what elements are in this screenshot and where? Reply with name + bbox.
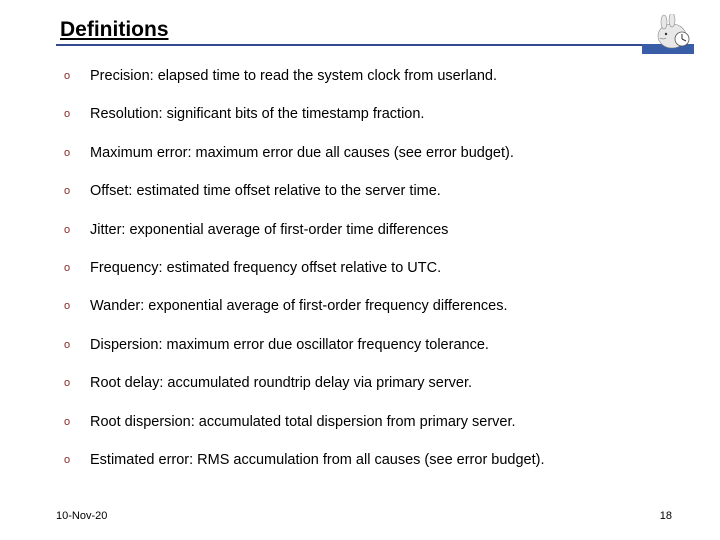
list-item: o Resolution: significant bits of the ti… (64, 106, 672, 123)
bullet-icon: o (64, 222, 90, 237)
bullet-list: o Precision: elapsed time to read the sy… (56, 68, 672, 469)
title-bar: Definitions (56, 18, 672, 46)
list-item: o Dispersion: maximum error due oscillat… (64, 337, 672, 354)
list-item: o Root dispersion: accumulated total dis… (64, 414, 672, 431)
slide-title: Definitions (56, 18, 672, 42)
bullet-icon: o (64, 106, 90, 121)
list-item: o Estimated error: RMS accumulation from… (64, 452, 672, 469)
bullet-icon: o (64, 375, 90, 390)
rabbit-clock-icon (642, 14, 694, 56)
bullet-icon: o (64, 145, 90, 160)
bullet-icon: o (64, 337, 90, 352)
list-item: o Root delay: accumulated roundtrip dela… (64, 375, 672, 392)
bullet-icon: o (64, 260, 90, 275)
list-item: o Maximum error: maximum error due all c… (64, 145, 672, 162)
footer-page-number: 18 (660, 510, 672, 522)
bullet-text: Precision: elapsed time to read the syst… (90, 68, 497, 85)
bullet-text: Offset: estimated time offset relative t… (90, 183, 441, 200)
list-item: o Wander: exponential average of first-o… (64, 298, 672, 315)
list-item: o Offset: estimated time offset relative… (64, 183, 672, 200)
bullet-icon: o (64, 183, 90, 198)
bullet-icon: o (64, 414, 90, 429)
bullet-icon: o (64, 68, 90, 83)
list-item: o Jitter: exponential average of first-o… (64, 222, 672, 239)
bullet-text: Jitter: exponential average of first-ord… (90, 222, 448, 239)
bullet-text: Maximum error: maximum error due all cau… (90, 145, 514, 162)
slide: Definitions o Precision: elapsed time to… (0, 0, 720, 540)
bullet-text: Dispersion: maximum error due oscillator… (90, 337, 489, 354)
list-item: o Precision: elapsed time to read the sy… (64, 68, 672, 85)
bullet-text: Resolution: significant bits of the time… (90, 106, 424, 123)
list-item: o Frequency: estimated frequency offset … (64, 260, 672, 277)
bullet-text: Root delay: accumulated roundtrip delay … (90, 375, 472, 392)
bullet-text: Estimated error: RMS accumulation from a… (90, 452, 545, 469)
bullet-text: Root dispersion: accumulated total dispe… (90, 414, 516, 431)
bullet-text: Wander: exponential average of first-ord… (90, 298, 508, 315)
bullet-icon: o (64, 298, 90, 313)
bullet-text: Frequency: estimated frequency offset re… (90, 260, 441, 277)
footer-date: 10-Nov-20 (56, 510, 107, 522)
bullet-icon: o (64, 452, 90, 467)
